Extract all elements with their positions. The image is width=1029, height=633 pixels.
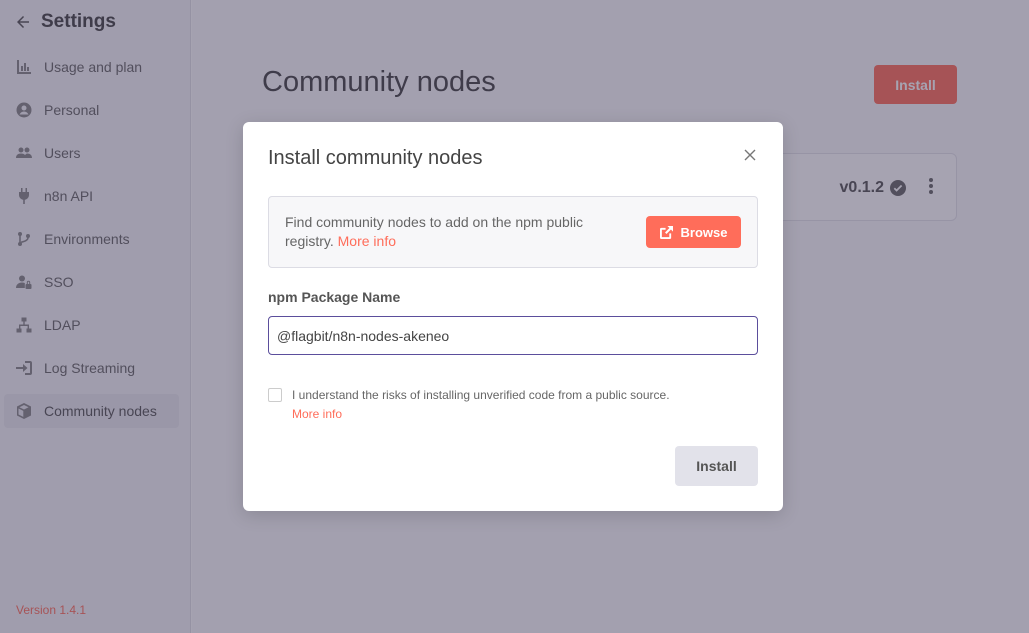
close-icon xyxy=(744,149,756,161)
info-text: Find community nodes to add on the npm p… xyxy=(285,213,615,251)
risk-checkbox[interactable] xyxy=(268,388,282,402)
modal-title: Install community nodes xyxy=(268,147,483,169)
package-name-input[interactable] xyxy=(268,316,758,355)
risk-text: I understand the risks of installing unv… xyxy=(292,388,670,402)
browse-label: Browse xyxy=(680,224,728,240)
browse-button[interactable]: Browse xyxy=(646,216,741,248)
external-link-icon xyxy=(659,225,673,239)
info-description: Find community nodes to add on the npm p… xyxy=(285,214,584,249)
close-button[interactable] xyxy=(742,147,758,163)
install-community-nodes-dialog: Install community nodes Find community n… xyxy=(243,122,783,511)
info-box: Find community nodes to add on the npm p… xyxy=(268,196,758,268)
risk-more-info-link[interactable]: More info xyxy=(292,405,342,424)
info-more-info-link[interactable]: More info xyxy=(338,233,396,249)
modal-install-button[interactable]: Install xyxy=(675,446,758,486)
package-name-label: npm Package Name xyxy=(268,289,401,305)
